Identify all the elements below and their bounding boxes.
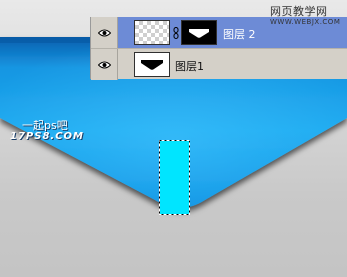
site-watermark-url: WWW.WEBJX.COM	[270, 18, 341, 26]
layer-mask-thumbnail[interactable]	[181, 20, 217, 45]
overlay-watermark-url: 17PS8.COM	[10, 131, 84, 142]
chain-link-icon[interactable]	[173, 27, 179, 39]
site-watermark-title: 网页教学网	[270, 5, 328, 18]
layer-thumbnail[interactable]	[134, 52, 170, 77]
visibility-toggle[interactable]	[91, 17, 118, 48]
eye-icon	[98, 61, 111, 69]
layer-name[interactable]: 图层 2	[223, 26, 256, 42]
layer-row-1[interactable]: 图层1	[91, 48, 347, 80]
selection-fill	[159, 140, 190, 215]
layers-panel: 图层 2 图层1	[90, 17, 347, 80]
layer-thumbnail[interactable]	[134, 20, 170, 45]
layer-name[interactable]: 图层1	[175, 58, 204, 74]
visibility-toggle[interactable]	[91, 49, 118, 80]
eye-icon	[98, 29, 111, 37]
